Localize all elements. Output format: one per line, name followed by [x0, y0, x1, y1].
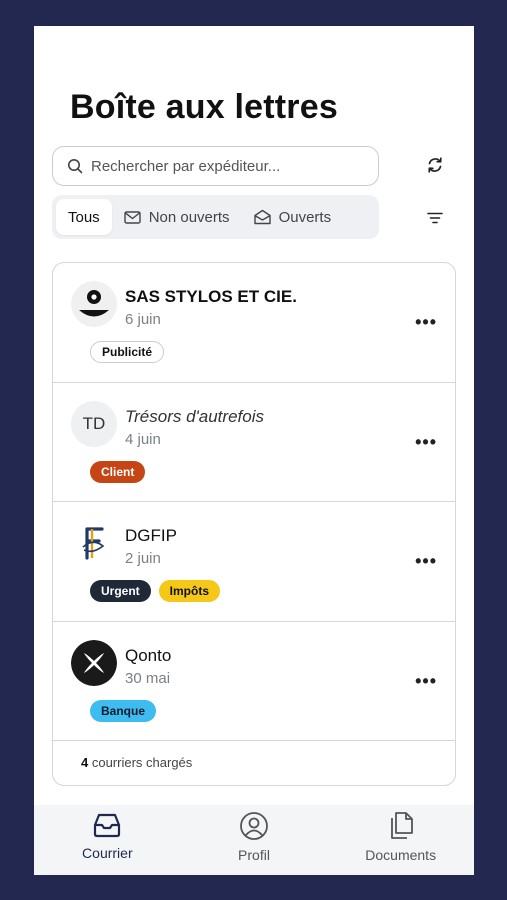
avatar — [71, 639, 117, 686]
filter-button[interactable] — [424, 207, 446, 229]
qonto-logo-icon — [71, 639, 117, 686]
tab-all[interactable]: Tous — [56, 199, 112, 235]
tag-banque[interactable]: Banque — [90, 699, 157, 722]
sender-name: DGFIP — [125, 526, 177, 545]
search-box[interactable] — [52, 146, 379, 186]
mail-item[interactable]: DGFIP 2 juin ••• Urgent Impôts — [53, 502, 455, 622]
mail-item[interactable]: TD Trésors d'autrefois 4 juin ••• Client — [53, 383, 455, 502]
filter-tabs: Tous Non ouverts Ouverts — [52, 195, 379, 239]
tag-client[interactable]: Client — [90, 460, 146, 483]
page-title: Boîte aux lettres — [70, 88, 338, 126]
filter-icon — [427, 212, 443, 224]
avatar — [71, 520, 117, 566]
tag-urgent[interactable]: Urgent — [90, 580, 151, 602]
bottom-nav: Courrier Profil Documents — [34, 805, 474, 875]
refresh-icon — [428, 157, 442, 173]
inbox-icon — [94, 813, 121, 838]
tab-label: Tous — [68, 208, 100, 226]
mail-date: 30 mai — [125, 669, 171, 687]
avatar — [71, 281, 117, 327]
app-screen: Boîte aux lettres Tous Non ouverts — [34, 26, 474, 875]
mail-item[interactable]: Qonto 30 mai ••• Banque — [53, 622, 455, 741]
sender-name: SAS STYLOS ET CIE. — [125, 287, 297, 306]
stylos-logo-icon — [71, 281, 117, 327]
nav-label: Documents — [365, 847, 437, 863]
sender-name: Qonto — [125, 645, 172, 665]
mail-date: 6 juin — [125, 311, 161, 328]
tag-list: Urgent Impôts — [90, 580, 221, 602]
dgfip-logo-icon — [71, 520, 117, 566]
mail-date: 2 juin — [125, 550, 161, 567]
tag-list: Client — [90, 460, 146, 483]
tag-list: Banque — [90, 699, 157, 722]
envelope-icon — [123, 210, 141, 224]
tab-label: Ouverts — [278, 208, 332, 226]
tag-list: Publicité — [90, 341, 165, 363]
more-options-button[interactable]: ••• — [415, 552, 437, 570]
mail-item[interactable]: SAS STYLOS ET CIE. 6 juin ••• Publicité — [53, 263, 455, 383]
mail-count: 4 courriers chargés — [81, 755, 192, 770]
sender-name: Trésors d'autrefois — [125, 406, 264, 426]
nav-item-profil[interactable]: Profil — [181, 805, 328, 875]
tab-label: Non ouverts — [148, 208, 230, 226]
mail-list: SAS STYLOS ET CIE. 6 juin ••• Publicité … — [52, 262, 456, 786]
refresh-button[interactable] — [424, 154, 446, 176]
tag-impots[interactable]: Impôts — [158, 580, 221, 602]
envelope-open-icon — [253, 209, 271, 225]
more-options-button[interactable]: ••• — [415, 672, 437, 690]
tag-publicite[interactable]: Publicité — [90, 341, 165, 363]
tab-unopened[interactable]: Non ouverts — [112, 199, 242, 235]
count-label: courriers chargés — [88, 755, 193, 770]
more-options-button[interactable]: ••• — [415, 433, 437, 451]
tab-opened[interactable]: Ouverts — [242, 199, 344, 235]
documents-icon — [390, 812, 413, 839]
search-icon — [68, 159, 83, 174]
nav-label: Profil — [238, 847, 270, 863]
nav-item-documents[interactable]: Documents — [327, 805, 474, 875]
user-circle-icon — [240, 812, 268, 840]
avatar: TD — [71, 400, 117, 447]
nav-label: Courrier — [82, 845, 133, 861]
more-options-button[interactable]: ••• — [415, 313, 437, 331]
mail-date: 4 juin — [125, 430, 161, 448]
search-input[interactable] — [91, 157, 361, 175]
nav-item-courrier[interactable]: Courrier — [34, 805, 181, 875]
